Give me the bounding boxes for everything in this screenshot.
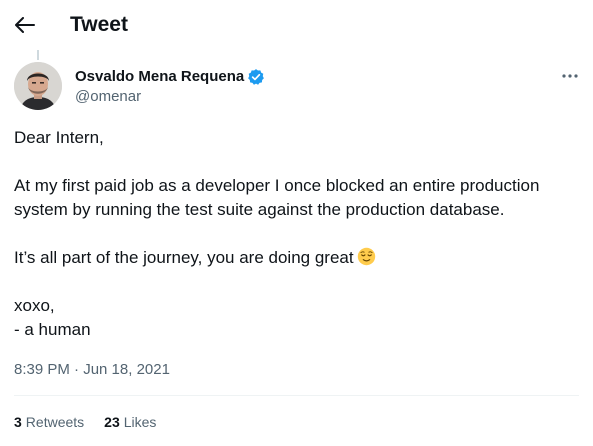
tweet-line: xoxo, (14, 296, 55, 315)
retweets-count: 3 (14, 414, 22, 430)
verified-badge-icon (248, 69, 265, 85)
tweet-header: Tweet (0, 0, 593, 50)
divider (14, 395, 579, 396)
likes-label: Likes (123, 414, 157, 430)
page-title: Tweet (70, 13, 128, 36)
tweet-text: Dear Intern, At my first paid job as a d… (14, 126, 584, 342)
tweet-timestamp[interactable]: 8:39 PM · Jun 18, 2021 (14, 360, 170, 380)
arrow-left-icon (15, 17, 35, 33)
more-horizontal-icon (562, 74, 578, 78)
tweet-line: At my first paid job as a developer I on… (14, 176, 540, 219)
more-options-button[interactable] (556, 66, 584, 86)
retweets-label: Retweets (25, 414, 85, 430)
likes-count: 23 (104, 414, 120, 430)
tweet-line: Dear Intern, (14, 128, 104, 147)
tweet-stats: 3 Retweets 23 Likes (14, 412, 176, 432)
likes-stat[interactable]: 23 Likes (104, 412, 156, 432)
author-name-row[interactable]: Osvaldo Mena Requena (75, 67, 265, 87)
tweet-line-with-emoji: It’s all part of the journey, you are do… (14, 246, 584, 270)
relieved-face-emoji (357, 247, 375, 266)
tweet-line: - a human (14, 320, 91, 339)
retweets-stat[interactable]: 3 Retweets (14, 412, 84, 432)
tweet-line: It’s all part of the journey, you are do… (14, 248, 354, 267)
author-handle[interactable]: @omenar (75, 87, 141, 107)
back-button[interactable] (10, 12, 40, 38)
avatar[interactable] (14, 62, 62, 110)
avatar-image (14, 62, 62, 110)
author-name[interactable]: Osvaldo Mena Requena (75, 67, 244, 87)
thread-connector (37, 50, 39, 60)
